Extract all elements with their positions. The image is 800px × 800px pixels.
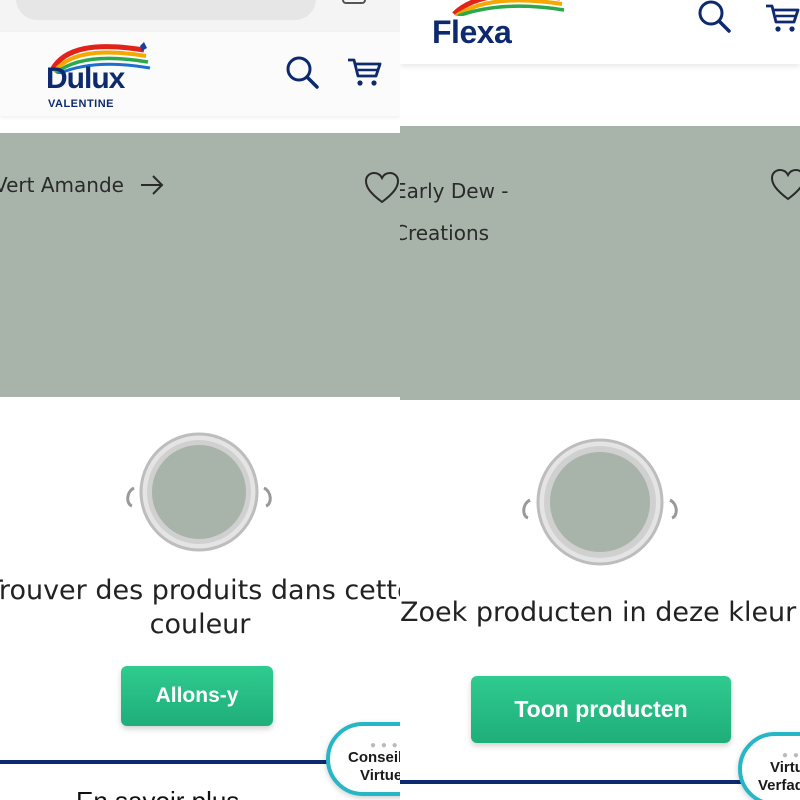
brand-subname: VALENTINE xyxy=(48,98,115,110)
search-icon[interactable] xyxy=(696,0,732,34)
arrow-right-icon[interactable] xyxy=(138,171,166,199)
show-products-button[interactable]: Toon producten xyxy=(471,676,731,743)
virtual-advice-chat-button[interactable]: ● ● ● Conseil Virtuel xyxy=(326,722,400,796)
color-swatch: Early Dew - Creations xyxy=(400,126,800,400)
chat-label-line1: Virtueel xyxy=(770,759,800,776)
flexa-panel: Flexa Early Dew - Creations Zoek product… xyxy=(400,0,800,800)
color-swatch: Vert Amande xyxy=(0,133,400,397)
chat-label-line1: Conseil xyxy=(348,749,400,766)
dulux-panel: Dulux VALENTINE Vert Amande Trouver des … xyxy=(0,0,400,800)
color-name-line1: Early Dew - xyxy=(400,179,509,203)
heart-icon[interactable] xyxy=(770,168,800,202)
chat-label-line2: Virtuel xyxy=(360,767,400,784)
paint-can-icon xyxy=(126,432,272,552)
brand-name: Dulux xyxy=(46,62,125,95)
heart-icon[interactable] xyxy=(364,171,400,205)
color-name-line2: Creations xyxy=(400,221,490,245)
cart-icon[interactable] xyxy=(764,2,800,34)
cart-icon[interactable] xyxy=(346,56,382,88)
search-icon[interactable] xyxy=(284,54,320,90)
browser-address-bar xyxy=(0,0,400,32)
brand-name: Flexa xyxy=(432,14,512,50)
lets-go-button[interactable]: Allons-y xyxy=(121,666,273,726)
find-products-heading: Trouver des produits dans cette couleur xyxy=(0,575,400,640)
color-name[interactable]: Vert Amande xyxy=(0,173,124,197)
url-field[interactable] xyxy=(16,0,316,20)
color-name[interactable]: Early Dew - Creations xyxy=(400,170,509,254)
chat-label-line2: Verfadvies xyxy=(758,777,800,794)
footer-heading: En savoir plus xyxy=(76,786,239,800)
flexa-logo[interactable]: Flexa xyxy=(428,0,568,56)
paint-can-icon xyxy=(522,438,678,566)
virtual-advice-chat-button[interactable]: ● ● ● Virtueel Verfadvies xyxy=(738,732,800,800)
tab-switcher-icon[interactable] xyxy=(342,0,366,4)
find-products-heading: Zoek producten in deze kleur xyxy=(400,597,797,628)
site-header: Dulux VALENTINE xyxy=(0,32,400,116)
dulux-logo[interactable]: Dulux VALENTINE xyxy=(40,40,160,112)
site-header: Flexa xyxy=(400,0,800,64)
